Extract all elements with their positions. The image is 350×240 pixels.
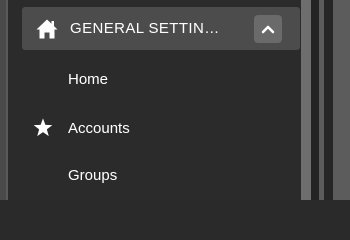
scrollbar[interactable] (301, 0, 311, 200)
menu-item-label: Groups (68, 167, 118, 184)
chevron-up-icon (261, 25, 275, 34)
star-icon (33, 118, 53, 137)
panel-gap (324, 0, 333, 200)
collapse-button[interactable] (254, 15, 282, 43)
menu-item-groups[interactable]: Groups (8, 155, 301, 195)
general-settings-header[interactable]: GENERAL SETTIN… (22, 7, 300, 50)
adjacent-panel (333, 0, 350, 200)
settings-sidebar: GENERAL SETTIN… Home Accounts Groups (8, 0, 301, 200)
menu-item-label: Accounts (68, 120, 130, 137)
home-icon (36, 19, 58, 39)
panel-gap (311, 0, 319, 200)
menu-item-label: Home (68, 71, 109, 88)
header-title: GENERAL SETTIN… (70, 20, 220, 37)
left-edge-divider (0, 0, 8, 200)
menu-item-accounts[interactable]: Accounts (8, 108, 301, 148)
menu-item-home[interactable]: Home (8, 59, 301, 99)
